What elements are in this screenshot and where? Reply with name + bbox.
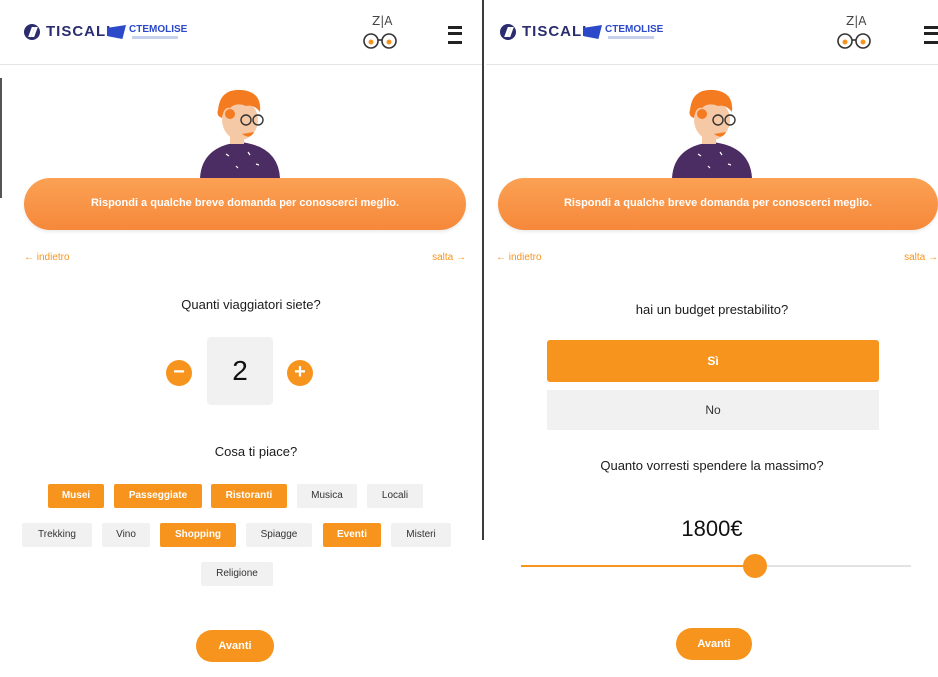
tiscali-logo-icon[interactable]	[24, 24, 40, 40]
cte-flag-icon	[584, 25, 602, 39]
cte-subline	[608, 36, 654, 39]
budget-yes-button[interactable]: Sì	[547, 340, 879, 382]
left-screen: TISCALI CTEMOLISE Z|A Rispondi a qualche…	[0, 0, 482, 677]
app-header: TISCALI CTEMOLISE Z|A	[0, 0, 482, 65]
budget-slider-track[interactable]	[521, 554, 911, 578]
plus-icon[interactable]: +	[287, 360, 313, 386]
travelers-count: 2	[207, 337, 273, 405]
hamburger-menu-icon[interactable]	[924, 26, 938, 44]
cte-logo-icon[interactable]: CTEMOLISE	[108, 22, 188, 44]
tiscali-brand[interactable]: TISCALI	[522, 24, 587, 40]
max-spend-question: Quanto vorresti spendere la massimo?	[600, 458, 824, 473]
chip-musei[interactable]: Musei	[48, 484, 104, 508]
panel-divider	[482, 0, 484, 540]
cte-flag-icon	[108, 25, 126, 39]
zia-brand: Z|A	[846, 14, 867, 28]
cte-brand: CTEMOLISE	[605, 24, 664, 35]
avatar-illustration	[200, 89, 280, 178]
zia-glasses-icon	[363, 33, 397, 49]
cte-subline	[132, 36, 178, 39]
chip-passeggiate[interactable]: Passeggiate	[114, 484, 202, 508]
chip-misteri[interactable]: Misteri	[391, 523, 451, 547]
next-button[interactable]: Avanti	[196, 630, 274, 662]
back-link[interactable]: ← indietro	[24, 252, 70, 263]
chip-vino[interactable]: Vino	[102, 523, 150, 547]
chip-trekking[interactable]: Trekking	[22, 523, 92, 547]
back-link[interactable]: ← indietro	[496, 252, 542, 263]
tiscali-logo-icon[interactable]	[500, 24, 516, 40]
minus-icon[interactable]: −	[166, 360, 192, 386]
chip-spiagge[interactable]: Spiagge	[246, 523, 312, 547]
budget-slider-thumb[interactable]	[743, 554, 767, 578]
hamburger-menu-icon[interactable]	[448, 26, 462, 44]
zia-brand: Z|A	[372, 14, 393, 28]
left-edge-line	[0, 78, 2, 198]
avatar-illustration	[672, 89, 752, 178]
chip-ristoranti[interactable]: Ristoranti	[211, 484, 287, 508]
travelers-question: Quanti viaggiatori siete?	[181, 297, 321, 312]
skip-link[interactable]: salta →	[432, 252, 466, 263]
chip-religione[interactable]: Religione	[201, 562, 273, 586]
chip-musica[interactable]: Musica	[297, 484, 357, 508]
app-header: TISCALI CTEMOLISE Z|A	[486, 0, 938, 65]
cte-brand: CTEMOLISE	[129, 24, 188, 35]
budget-question: hai un budget prestabilito?	[635, 302, 789, 317]
budget-slider-fill	[521, 565, 755, 567]
cte-logo-icon[interactable]: CTEMOLISE	[584, 22, 664, 44]
zia-logo[interactable]: Z|A	[834, 14, 876, 54]
zia-logo[interactable]: Z|A	[360, 14, 402, 54]
budget-no-button[interactable]: No	[547, 390, 879, 430]
tiscali-brand[interactable]: TISCALI	[46, 24, 111, 40]
chip-locali[interactable]: Locali	[367, 484, 423, 508]
likes-question: Cosa ti piace?	[214, 444, 298, 459]
intro-banner: Rispondi a qualche breve domanda per con…	[24, 178, 466, 230]
zia-glasses-icon	[837, 33, 871, 49]
chip-shopping[interactable]: Shopping	[160, 523, 236, 547]
chip-eventi[interactable]: Eventi	[323, 523, 381, 547]
skip-link[interactable]: salta →	[904, 252, 938, 263]
budget-amount: 1800€	[681, 516, 743, 541]
right-screen: TISCALI CTEMOLISE Z|A Rispondi a qualche…	[486, 0, 938, 677]
intro-banner: Rispondi a qualche breve domanda per con…	[498, 178, 938, 230]
next-button[interactable]: Avanti	[676, 628, 752, 660]
